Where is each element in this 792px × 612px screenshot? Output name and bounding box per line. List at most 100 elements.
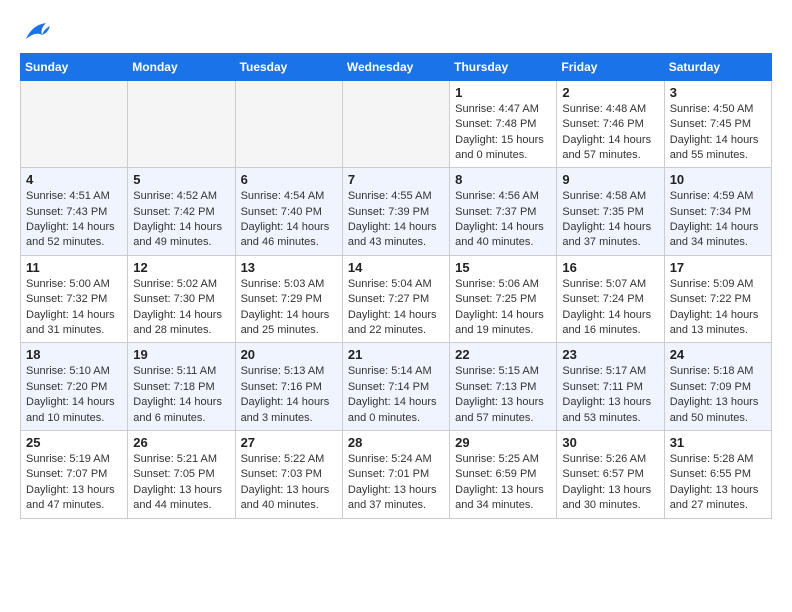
calendar-table: SundayMondayTuesdayWednesdayThursdayFrid… [20,53,772,519]
day-number: 24 [670,347,766,362]
day-info: Sunrise: 4:54 AM Sunset: 7:40 PM Dayligh… [241,189,337,251]
weekday-header-thursday: Thursday [450,53,557,80]
day-number: 6 [241,172,337,187]
day-info: Sunrise: 4:52 AM Sunset: 7:42 PM Dayligh… [133,189,229,251]
day-info: Sunrise: 5:25 AM Sunset: 6:59 PM Dayligh… [455,452,551,514]
calendar-cell: 24 Sunrise: 5:18 AM Sunset: 7:09 PM Dayli… [664,343,771,431]
calendar-cell: 11Sunrise: 5:00 AM Sunset: 7:32 PM Dayli… [21,255,128,343]
day-number: 26 [133,435,229,450]
day-info: Sunrise: 5:22 AM Sunset: 7:03 PM Dayligh… [241,452,337,514]
day-info: Sunrise: 5:10 AM Sunset: 7:20 PM Dayligh… [26,364,122,426]
day-number: 3 [670,85,766,100]
day-number: 31 [670,435,766,450]
day-number: 30 [562,435,658,450]
day-number: 5 [133,172,229,187]
day-number: 1 [455,85,551,100]
calendar-cell: 31 Sunrise: 5:28 AM Sunset: 6:55 PM Dayli… [664,430,771,518]
calendar-cell: 26 Sunrise: 5:21 AM Sunset: 7:05 PM Dayli… [128,430,235,518]
day-info: Sunrise: 5:02 AM Sunset: 7:30 PM Dayligh… [133,277,229,339]
calendar-cell: 19Sunrise: 5:11 AM Sunset: 7:18 PM Dayli… [128,343,235,431]
calendar-week-4: 18 Sunrise: 5:10 AM Sunset: 7:20 PM Dayli… [21,343,772,431]
day-number: 18 [26,347,122,362]
day-info: Sunrise: 5:28 AM Sunset: 6:55 PM Dayligh… [670,452,766,514]
calendar-cell: 7 Sunrise: 4:55 AM Sunset: 7:39 PM Daylig… [342,168,449,256]
calendar-cell: 27Sunrise: 5:22 AM Sunset: 7:03 PM Dayli… [235,430,342,518]
day-info: Sunrise: 4:55 AM Sunset: 7:39 PM Dayligh… [348,189,444,251]
day-number: 28 [348,435,444,450]
day-number: 4 [26,172,122,187]
day-info: Sunrise: 5:15 AM Sunset: 7:13 PM Dayligh… [455,364,551,426]
day-info: Sunrise: 4:56 AM Sunset: 7:37 PM Dayligh… [455,189,551,251]
calendar-cell [128,80,235,168]
day-info: Sunrise: 5:03 AM Sunset: 7:29 PM Dayligh… [241,277,337,339]
day-info: Sunrise: 5:09 AM Sunset: 7:22 PM Dayligh… [670,277,766,339]
day-info: Sunrise: 4:50 AM Sunset: 7:45 PM Dayligh… [670,102,766,164]
logo-bird-icon [22,21,50,43]
page-header [20,20,772,43]
day-number: 16 [562,260,658,275]
weekday-header-wednesday: Wednesday [342,53,449,80]
day-info: Sunrise: 4:51 AM Sunset: 7:43 PM Dayligh… [26,189,122,251]
day-number: 2 [562,85,658,100]
weekday-header-monday: Monday [128,53,235,80]
calendar-cell: 3 Sunrise: 4:50 AM Sunset: 7:45 PM Daylig… [664,80,771,168]
calendar-cell: 1 Sunrise: 4:47 AM Sunset: 7:48 PM Daylig… [450,80,557,168]
day-info: Sunrise: 5:26 AM Sunset: 6:57 PM Dayligh… [562,452,658,514]
day-number: 15 [455,260,551,275]
calendar-cell: 14 Sunrise: 5:04 AM Sunset: 7:27 PM Dayli… [342,255,449,343]
day-number: 25 [26,435,122,450]
day-info: Sunrise: 5:13 AM Sunset: 7:16 PM Dayligh… [241,364,337,426]
weekday-header-sunday: Sunday [21,53,128,80]
calendar-cell: 21Sunrise: 5:14 AM Sunset: 7:14 PM Dayli… [342,343,449,431]
weekday-header-friday: Friday [557,53,664,80]
day-info: Sunrise: 5:24 AM Sunset: 7:01 PM Dayligh… [348,452,444,514]
calendar-cell: 2 Sunrise: 4:48 AM Sunset: 7:46 PM Daylig… [557,80,664,168]
day-number: 13 [241,260,337,275]
calendar-week-3: 11Sunrise: 5:00 AM Sunset: 7:32 PM Dayli… [21,255,772,343]
day-info: Sunrise: 4:47 AM Sunset: 7:48 PM Dayligh… [455,102,551,164]
calendar-cell: 29 Sunrise: 5:25 AM Sunset: 6:59 PM Dayli… [450,430,557,518]
day-number: 17 [670,260,766,275]
weekday-header-tuesday: Tuesday [235,53,342,80]
day-number: 22 [455,347,551,362]
day-info: Sunrise: 5:04 AM Sunset: 7:27 PM Dayligh… [348,277,444,339]
calendar-cell: 9 Sunrise: 4:58 AM Sunset: 7:35 PM Daylig… [557,168,664,256]
day-number: 7 [348,172,444,187]
weekday-header-row: SundayMondayTuesdayWednesdayThursdayFrid… [21,53,772,80]
day-info: Sunrise: 5:18 AM Sunset: 7:09 PM Dayligh… [670,364,766,426]
day-number: 8 [455,172,551,187]
weekday-header-saturday: Saturday [664,53,771,80]
calendar-cell: 18 Sunrise: 5:10 AM Sunset: 7:20 PM Dayli… [21,343,128,431]
day-info: Sunrise: 5:07 AM Sunset: 7:24 PM Dayligh… [562,277,658,339]
day-info: Sunrise: 5:11 AM Sunset: 7:18 PM Dayligh… [133,364,229,426]
day-number: 10 [670,172,766,187]
day-number: 9 [562,172,658,187]
day-info: Sunrise: 5:00 AM Sunset: 7:32 PM Dayligh… [26,277,122,339]
day-number: 21 [348,347,444,362]
day-info: Sunrise: 5:17 AM Sunset: 7:11 PM Dayligh… [562,364,658,426]
day-info: Sunrise: 5:21 AM Sunset: 7:05 PM Dayligh… [133,452,229,514]
day-number: 23 [562,347,658,362]
calendar-week-5: 25Sunrise: 5:19 AM Sunset: 7:07 PM Dayli… [21,430,772,518]
calendar-cell [235,80,342,168]
calendar-cell: 25Sunrise: 5:19 AM Sunset: 7:07 PM Dayli… [21,430,128,518]
calendar-cell: 30 Sunrise: 5:26 AM Sunset: 6:57 PM Dayli… [557,430,664,518]
calendar-cell: 22 Sunrise: 5:15 AM Sunset: 7:13 PM Dayli… [450,343,557,431]
calendar-cell [21,80,128,168]
day-info: Sunrise: 5:06 AM Sunset: 7:25 PM Dayligh… [455,277,551,339]
calendar-cell: 20 Sunrise: 5:13 AM Sunset: 7:16 PM Dayli… [235,343,342,431]
day-number: 20 [241,347,337,362]
day-number: 12 [133,260,229,275]
calendar-week-2: 4 Sunrise: 4:51 AM Sunset: 7:43 PM Daylig… [21,168,772,256]
calendar-cell: 15 Sunrise: 5:06 AM Sunset: 7:25 PM Dayli… [450,255,557,343]
day-info: Sunrise: 4:59 AM Sunset: 7:34 PM Dayligh… [670,189,766,251]
calendar-cell: 10 Sunrise: 4:59 AM Sunset: 7:34 PM Dayli… [664,168,771,256]
day-number: 29 [455,435,551,450]
calendar-cell: 16 Sunrise: 5:07 AM Sunset: 7:24 PM Dayli… [557,255,664,343]
calendar-cell: 5 Sunrise: 4:52 AM Sunset: 7:42 PM Daylig… [128,168,235,256]
day-number: 14 [348,260,444,275]
day-info: Sunrise: 4:48 AM Sunset: 7:46 PM Dayligh… [562,102,658,164]
day-info: Sunrise: 4:58 AM Sunset: 7:35 PM Dayligh… [562,189,658,251]
calendar-week-1: 1 Sunrise: 4:47 AM Sunset: 7:48 PM Daylig… [21,80,772,168]
logo [20,20,52,43]
